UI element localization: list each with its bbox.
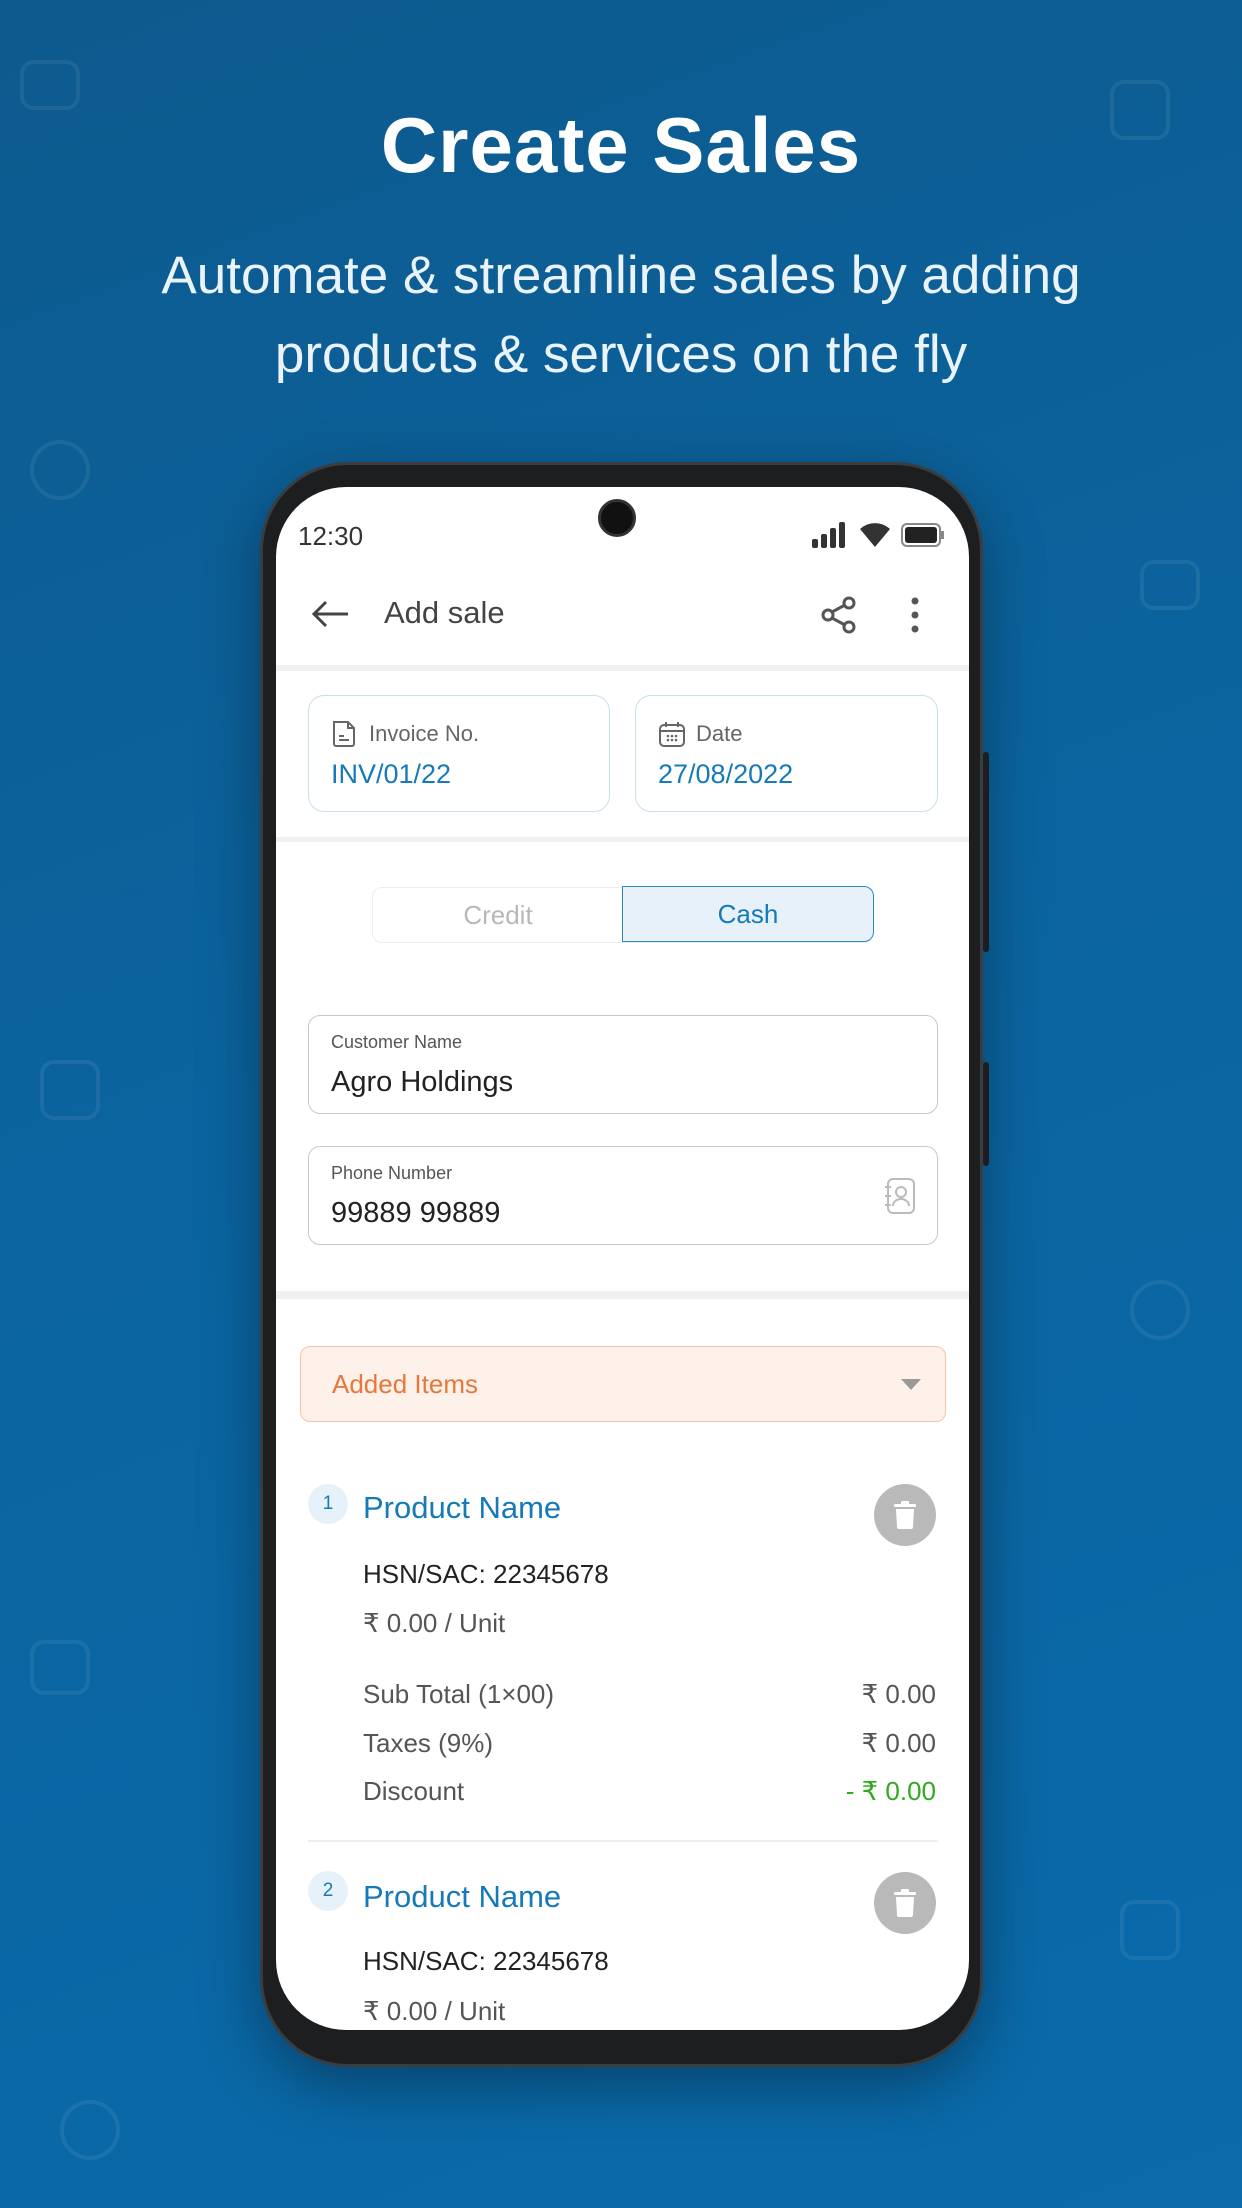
date-label: Date xyxy=(696,721,743,746)
document-icon xyxy=(333,721,355,747)
background-pattern-icon xyxy=(1120,1900,1180,1960)
payment-type-toggle: Credit Cash xyxy=(372,886,874,943)
item-divider xyxy=(308,1840,938,1842)
discount-value: - ₹ 0.00 xyxy=(845,1776,936,1806)
hero-subtitle-line: products & services on the fly xyxy=(274,325,968,384)
phone-number-label: Phone Number xyxy=(331,1163,453,1183)
discount-label: Discount xyxy=(363,1776,465,1806)
trash-icon xyxy=(894,1889,916,1917)
background-pattern-icon xyxy=(1130,1280,1190,1340)
date-value: 27/08/2022 xyxy=(658,759,794,789)
customer-name-field[interactable]: Customer Name Agro Holdings xyxy=(308,1015,938,1114)
calendar-icon xyxy=(659,722,685,747)
more-vert-icon[interactable] xyxy=(909,595,921,635)
camera-cutout xyxy=(598,499,636,537)
item-product-name[interactable]: Product Name xyxy=(363,1879,561,1915)
phone-screen: 12:30 Add sale Invoice No. INV/01/22 Dat… xyxy=(276,487,969,2030)
invoice-number-card[interactable]: Invoice No. INV/01/22 xyxy=(308,695,610,812)
date-card[interactable]: Date 27/08/2022 xyxy=(635,695,938,812)
status-time: 12:30 xyxy=(298,521,364,551)
item-index-badge: 1 xyxy=(308,1484,348,1524)
contact-book-icon[interactable] xyxy=(883,1177,917,1215)
signal-icon xyxy=(812,522,845,548)
background-pattern-icon xyxy=(30,440,90,500)
phone-side-button xyxy=(983,1062,989,1166)
trash-icon xyxy=(894,1501,916,1529)
toggle-cash[interactable]: Cash xyxy=(622,886,874,942)
hero-subtitle-line: Automate & streamline sales by adding xyxy=(161,246,1081,305)
item-product-name[interactable]: Product Name xyxy=(363,1490,561,1526)
battery-icon xyxy=(901,523,944,547)
delete-item-button[interactable] xyxy=(874,1872,936,1934)
subtotal-value: ₹ 0.00 xyxy=(861,1679,936,1709)
background-pattern-icon xyxy=(60,2100,120,2160)
invoice-value: INV/01/22 xyxy=(331,759,452,789)
background-pattern-icon xyxy=(30,1640,90,1695)
hero-subtitle: Automate & streamline sales by adding pr… xyxy=(0,236,1242,394)
background-pattern-icon xyxy=(40,1060,100,1120)
divider xyxy=(276,1291,969,1299)
item-hsn: HSN/SAC: 22345678 xyxy=(363,1946,609,1976)
share-icon[interactable] xyxy=(821,596,857,634)
back-arrow-icon[interactable] xyxy=(310,599,350,629)
wifi-icon xyxy=(860,523,890,547)
chevron-down-icon xyxy=(901,1379,921,1390)
customer-name-value[interactable]: Agro Holdings xyxy=(331,1066,513,1099)
background-pattern-icon xyxy=(1140,560,1200,610)
invoice-label: Invoice No. xyxy=(369,721,480,746)
divider xyxy=(276,665,969,671)
taxes-label: Taxes (9%) xyxy=(363,1728,494,1758)
toggle-credit[interactable]: Credit xyxy=(373,888,623,942)
delete-item-button[interactable] xyxy=(874,1484,936,1546)
item-index-badge: 2 xyxy=(308,1871,348,1911)
item-hsn: HSN/SAC: 22345678 xyxy=(363,1559,609,1589)
added-items-label: Added Items xyxy=(332,1369,478,1399)
item-unit-price: ₹ 0.00 / Unit xyxy=(363,1608,506,1638)
taxes-value: ₹ 0.00 xyxy=(861,1728,936,1758)
page-title: Add sale xyxy=(384,595,505,630)
hero-title: Create Sales xyxy=(380,101,862,189)
item-unit-price: ₹ 0.00 / Unit xyxy=(363,1996,506,2026)
subtotal-label: Sub Total (1×00) xyxy=(363,1679,555,1709)
added-items-dropdown[interactable]: Added Items xyxy=(300,1346,946,1422)
divider xyxy=(276,837,969,842)
phone-side-button xyxy=(983,752,989,952)
customer-name-label: Customer Name xyxy=(331,1032,463,1052)
phone-number-value[interactable]: 99889 99889 xyxy=(331,1197,500,1230)
phone-number-field[interactable]: Phone Number 99889 99889 xyxy=(308,1146,938,1245)
